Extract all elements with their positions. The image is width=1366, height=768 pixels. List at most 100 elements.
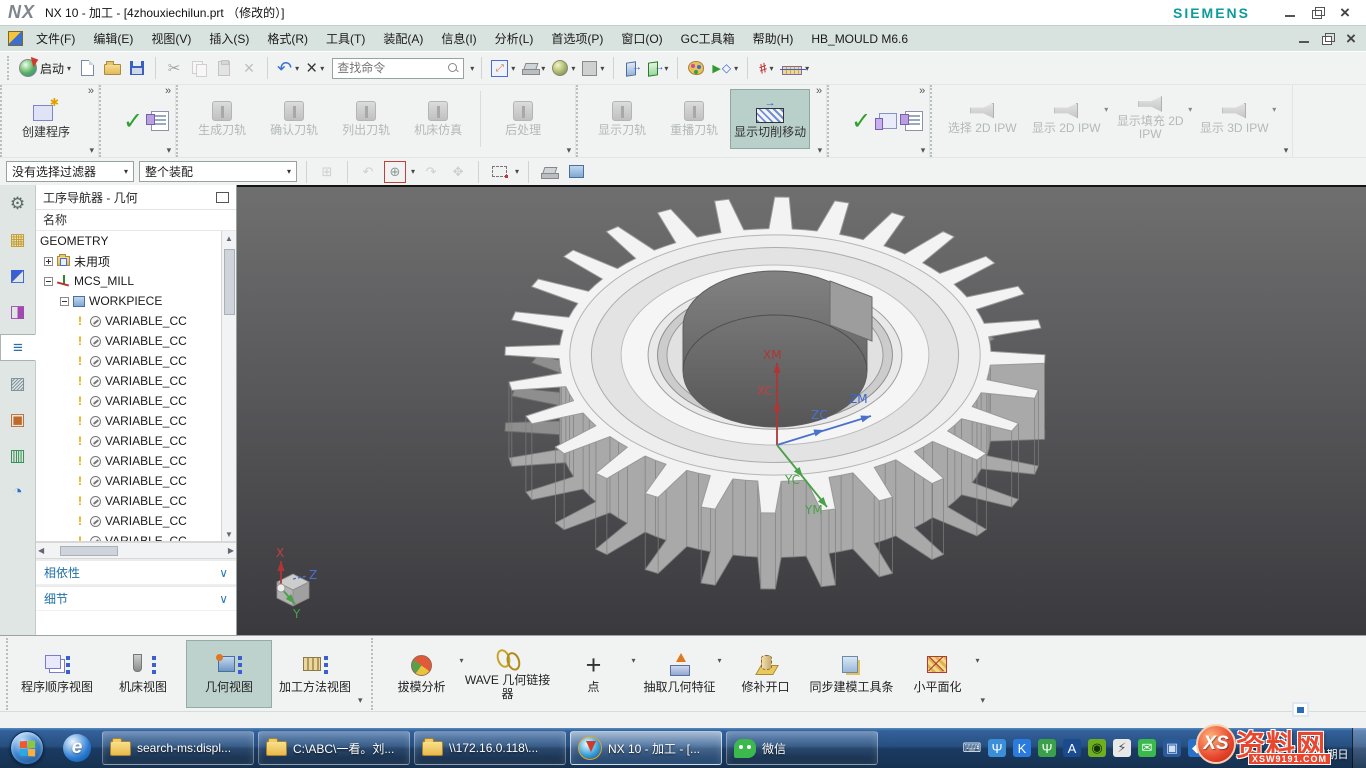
background-button[interactable]: ▾ (580, 55, 606, 81)
taskbar-item-abc-folder[interactable]: C:\ABC\一看。刘... (258, 731, 410, 765)
close-button[interactable] (1340, 7, 1352, 19)
tree-item-operation[interactable]: ! VARIABLE_CC (36, 391, 236, 411)
shaded-tool-icon[interactable] (538, 161, 560, 183)
mdi-minimize-button[interactable] (1298, 33, 1310, 45)
tree-item-operation[interactable]: ! VARIABLE_CC (36, 451, 236, 471)
tree-item-operation[interactable]: ! VARIABLE_CC (36, 371, 236, 391)
tree-horizontal-scrollbar[interactable] (36, 543, 236, 559)
internet-explorer-button[interactable]: e (54, 728, 100, 768)
tray-icon-autodesk[interactable]: A (1063, 739, 1081, 757)
view-tab[interactable]: 机床视图 (100, 640, 186, 708)
resource-tab-assembly-navigator[interactable]: ▦ (3, 226, 33, 253)
undock-panel-button[interactable] (216, 192, 229, 203)
scrollbar-thumb[interactable] (224, 249, 235, 315)
gear-3d-model[interactable]: XMXCZMZCYCYMXZY (237, 187, 1366, 635)
mdi-close-button[interactable] (1346, 33, 1358, 45)
new-file-button[interactable] (76, 55, 98, 81)
view-tab[interactable]: 几何视图 (186, 640, 272, 708)
menu-item[interactable]: 窗口(O) (612, 26, 671, 52)
tray-icon-nvidia[interactable]: ◉ (1088, 739, 1106, 757)
menu-item[interactable]: HB_MOULD M6.6 (802, 26, 917, 52)
tree-item-operation[interactable]: ! VARIABLE_CC (36, 311, 236, 331)
group-caret-icon[interactable] (981, 695, 986, 706)
column-header-name[interactable]: 名称 (36, 210, 236, 231)
save-button[interactable] (126, 55, 148, 81)
menu-item[interactable]: 文件(F) (27, 26, 84, 52)
tree-item-operation[interactable]: ! VARIABLE_CC (36, 511, 236, 531)
tool-button[interactable]: WAVE 几何链接器 (465, 640, 551, 708)
taskbar-item-search-folder[interactable]: search-ms:displ... (102, 731, 254, 765)
tree-item-operation[interactable]: ! VARIABLE_CC (36, 431, 236, 451)
tree-item-geometry-root[interactable]: GEOMETRY (36, 231, 236, 251)
group-caret-icon[interactable] (358, 695, 363, 706)
taskbar-item-wechat[interactable]: 微信 (726, 731, 878, 765)
restore-button[interactable] (1312, 7, 1324, 19)
resource-tab-process-assistant[interactable]: ▣ (3, 406, 33, 433)
resource-tab-roles[interactable]: ⚙ (3, 190, 33, 217)
show-section-button[interactable] (621, 55, 643, 81)
menu-item[interactable]: 分析(L) (486, 26, 543, 52)
verify-toolpath-icon[interactable] (123, 107, 143, 136)
chevron-down-icon[interactable]: ▾ (470, 64, 474, 73)
start-menu-button[interactable]: 启动 ▾ (17, 55, 73, 81)
show-cutting-moves-button[interactable]: 显示切削移动 (730, 89, 810, 149)
render-style-button[interactable]: ▾ (550, 55, 577, 81)
scroll-down-icon[interactable] (225, 527, 233, 541)
search-icon[interactable] (447, 62, 459, 74)
undo-button[interactable]: ↶▾ (275, 55, 301, 81)
resource-tab-machine-tool-navigator[interactable]: ▨ (3, 370, 33, 397)
tool-button[interactable]: 同步建模工具条 (809, 640, 895, 708)
dependencies-section-header[interactable]: 相依性 (36, 559, 236, 585)
tree-vertical-scrollbar[interactable] (221, 231, 236, 541)
selection-scope-dropdown[interactable]: 整个装配 (139, 161, 297, 182)
tray-icon-k-security[interactable]: K (1013, 739, 1031, 757)
collapse-minus-icon[interactable] (60, 297, 69, 306)
tray-icon-wechat-tray[interactable]: ✉ (1138, 739, 1156, 757)
start-button[interactable] (0, 728, 54, 768)
open-file-button[interactable] (101, 55, 123, 81)
details-section-header[interactable]: 细节 (36, 585, 236, 611)
snap-point-icon[interactable]: ⊕ (384, 161, 406, 183)
tool-button[interactable]: 拔模分析 (379, 640, 465, 708)
menu-item[interactable]: 格式(R) (258, 26, 317, 52)
ipw-list-icon[interactable] (905, 111, 923, 131)
mdi-restore-button[interactable] (1322, 33, 1334, 45)
tree-item-workpiece[interactable]: WORKPIECE (36, 291, 236, 311)
menu-item[interactable]: GC工具箱 (672, 26, 744, 52)
menu-item[interactable]: 首选项(P) (542, 26, 612, 52)
view-tab[interactable]: 程序顺序视图 (14, 640, 100, 708)
tool-button[interactable]: 抽取几何特征 (637, 640, 723, 708)
view-cube-icon[interactable] (565, 161, 587, 183)
view-tab[interactable]: 加工方法视图 (272, 640, 358, 708)
delete-entity-button[interactable]: ×▾ (304, 55, 326, 81)
minimize-button[interactable] (1284, 7, 1296, 19)
window-display-button[interactable]: ▾ (520, 55, 547, 81)
tool-button[interactable]: 点 (551, 640, 637, 708)
tool-button[interactable]: 修补开口 (723, 640, 809, 708)
menu-item[interactable]: 工具(T) (317, 26, 374, 52)
true-shading-button[interactable] (685, 55, 707, 81)
resource-tab-internet[interactable]: ◔ (3, 478, 33, 505)
menu-item[interactable]: 编辑(E) (84, 26, 142, 52)
tool-button[interactable]: 小平面化 (895, 640, 981, 708)
menu-item[interactable]: 装配(A) (374, 26, 432, 52)
chevron-down-icon[interactable]: ▾ (515, 167, 519, 176)
tree-item-operation[interactable]: ! VARIABLE_CC (36, 351, 236, 371)
tree-item-mcs-mill[interactable]: MCS_MILL (36, 271, 236, 291)
resource-tab-constraint-navigator[interactable]: ◩ (3, 262, 33, 289)
graphics-viewport[interactable]: XMXCZMZCYCYMXZY (237, 185, 1366, 635)
menu-item[interactable]: 插入(S) (200, 26, 258, 52)
expand-plus-icon[interactable] (44, 257, 53, 266)
resource-tab-part-navigator[interactable]: ◨ (3, 298, 33, 325)
tray-icon-keyboard[interactable]: ⌨ (963, 739, 981, 757)
tree-item-operation[interactable]: ! VARIABLE_CC (36, 531, 236, 543)
selection-filter-dropdown[interactable]: 没有选择过滤器 (6, 161, 134, 182)
tree-item-operation[interactable]: ! VARIABLE_CC (36, 491, 236, 511)
resource-tab-operation-navigator[interactable]: ≡ (0, 334, 36, 361)
taskbar-item-nx[interactable]: NX 10 - 加工 - [... (570, 731, 722, 765)
scroll-left-icon[interactable] (38, 546, 44, 555)
tray-icon-display[interactable]: ▣ (1163, 739, 1181, 757)
ruler-button[interactable]: ▾ (780, 55, 811, 81)
create-ipw-icon[interactable] (879, 113, 897, 129)
menu-item[interactable]: 帮助(H) (744, 26, 803, 52)
